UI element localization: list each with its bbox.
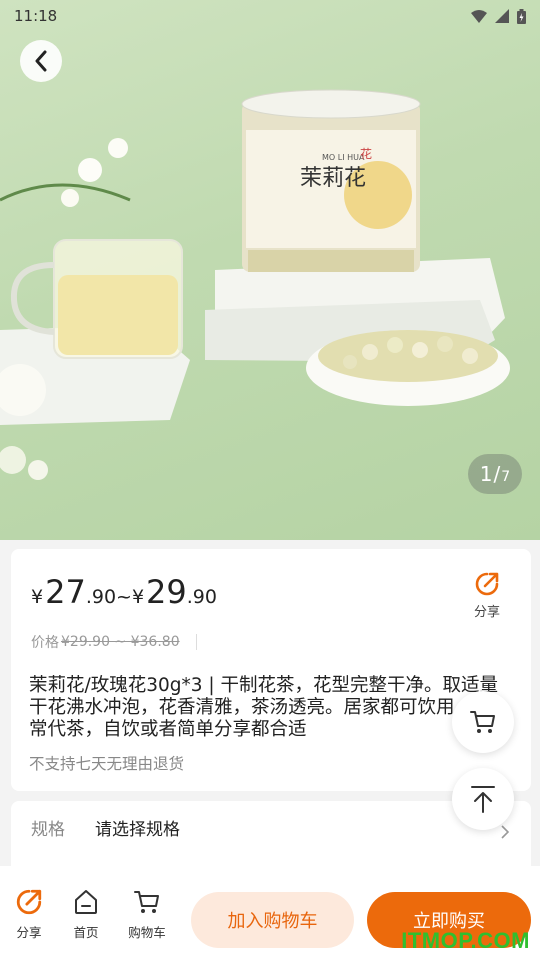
share-label: 分享 [473,605,500,620]
watermark-text: ITMOP.COM [401,928,530,953]
back-to-top-button[interactable] [452,768,514,830]
original-price-values: ¥29.90 ~ ¥36.80 [61,634,180,650]
image-counter-current: 1 [479,462,493,486]
product-image-gallery[interactable]: 茉莉花 MO LI HUA 花 1/7 [0,0,540,540]
bottom-cart-label: 购物车 [128,925,166,940]
bottom-cart-button[interactable]: 购物车 [122,888,172,941]
price-currency-low: ¥ [31,586,44,608]
jar-pinyin: MO LI HUA [322,153,365,162]
price-low-dec: .90 [85,586,117,608]
share-icon [16,889,42,915]
back-button[interactable] [20,40,62,82]
spec-value: 请选择规格 [95,820,180,840]
status-icons [471,8,526,24]
home-icon [75,890,97,914]
original-price: 价格 ¥29.90 ~ ¥36.80 [31,632,197,652]
bottom-share-button[interactable]: 分享 [4,888,54,941]
original-price-divider [195,634,197,650]
floating-cart-button[interactable] [452,691,514,753]
battery-icon [517,8,526,24]
bottom-home-button[interactable]: 首页 [61,888,111,941]
bottom-home-label: 首页 [73,925,99,940]
price-low-int: 27 [45,573,86,611]
share-button[interactable]: 分享 [467,571,507,620]
arrow-up-icon [471,786,495,813]
price-high-dec: .90 [186,586,217,608]
share-icon [475,572,499,596]
wifi-icon [471,9,487,23]
product-title: 茉莉花/玫瑰花30g*3 | 干制花茶，花型完整干净。取适量干花沸水冲泡，花香清… [29,675,499,739]
image-counter-total: 7 [501,469,511,485]
signal-icon [495,9,509,23]
return-policy-note: 不支持七天无理由退货 [29,755,185,773]
original-price-label: 价格 [31,635,59,651]
price-range: ¥ 27 .90 ~ ¥ 29 .90 [31,573,217,611]
spec-selector[interactable]: 规格 请选择规格 [11,801,531,871]
image-counter-slash: / [493,462,501,486]
status-time: 11:18 [14,7,58,25]
price-range-sep: ~ [116,586,132,608]
product-photo: 茉莉花 MO LI HUA 花 [0,89,510,480]
image-counter: 1/7 [468,454,522,494]
price-currency-high: ¥ [131,586,145,608]
cart-icon [134,891,159,913]
status-bar: 11:18 [0,0,540,32]
price-high-int: 29 [146,573,187,611]
jar-stamp: 花 [360,146,372,161]
price-card: ¥ 27 .90 ~ ¥ 29 .90 分享 价格 ¥29.90 ~ ¥36.8… [11,549,531,791]
bottom-share-label: 分享 [16,925,42,940]
chevron-left-icon [35,50,47,72]
jar-label-text: 茉莉花 [300,166,366,191]
spec-label: 规格 [31,820,65,840]
cart-icon [470,711,495,733]
add-to-cart-button[interactable]: 加入购物车 [191,892,354,948]
chevron-right-icon [501,825,509,839]
